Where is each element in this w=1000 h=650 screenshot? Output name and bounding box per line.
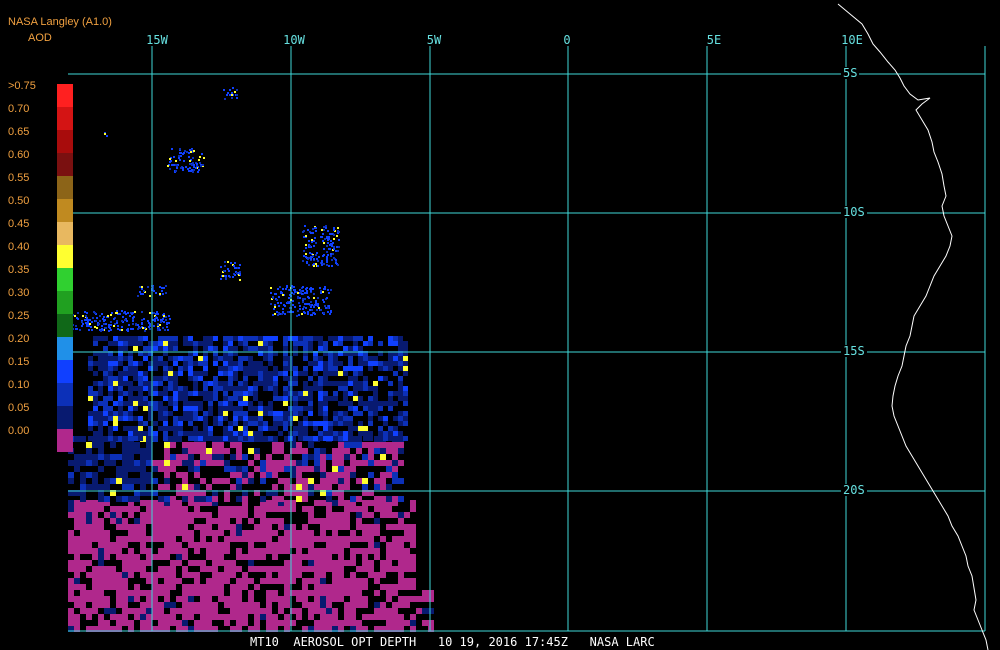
legend-label: 0.10 [8,379,30,391]
lat-label-5s: 5S [841,66,860,80]
legend-swatch [57,176,73,199]
legend-swatch [57,84,73,107]
legend-label: 0.45 [8,218,30,230]
legend-swatch [57,406,73,429]
aod-map [68,3,989,650]
footer-satellite: MT10 [250,635,279,649]
legend-label: 0.25 [8,310,30,322]
legend-swatch [57,268,73,291]
legend-label: 0.40 [8,241,30,253]
african-coastline [837,3,989,650]
header-source: NASA Langley (A1.0) [8,16,112,28]
legend-label: 0.60 [8,149,30,161]
legend-swatch [57,314,73,337]
legend-label: >0.75 [8,80,36,92]
legend-label: 0.35 [8,264,30,276]
lat-label-20s: 20S [841,483,867,497]
legend-swatch [57,153,73,176]
legend-label: 0.70 [8,103,30,115]
legend-label: 0.00 [8,425,30,437]
header-product: AOD [28,32,52,44]
legend-label: 0.20 [8,333,30,345]
legend-swatch [57,245,73,268]
legend-label: 0.30 [8,287,30,299]
lon-label-5e: 5E [706,33,722,47]
legend-swatch [57,107,73,130]
lon-label-10e: 10E [841,33,863,47]
legend-label: 0.50 [8,195,30,207]
coastline [837,3,989,650]
legend-swatch [57,222,73,245]
legend-swatch [57,291,73,314]
lat-label-15s: 15S [841,344,867,358]
footer-time: 17:45Z [524,635,568,649]
footer-date: 10 19, 2016 [437,635,518,649]
lon-label-0: 0 [563,33,571,47]
legend-label: 0.05 [8,402,30,414]
footer-producer: NASA LARC [589,635,655,649]
footer-product: AEROSOL OPT DEPTH [293,635,417,649]
legend-label: 0.15 [8,356,30,368]
legend-label: 0.65 [8,126,30,138]
legend-swatch [57,337,73,360]
legend-swatch [57,199,73,222]
lon-label-10w: 10W [283,33,305,47]
lat-label-10s: 10S [841,205,867,219]
footer-caption: MT10 AEROSOL OPT DEPTH 10 19, 2016 17:45… [250,636,655,648]
lon-label-5w: 5W [426,33,442,47]
legend-label: 0.55 [8,172,30,184]
legend-swatch [57,429,73,452]
legend-swatch [57,130,73,153]
legend-swatch [57,383,73,406]
aod-data-layer [68,87,434,632]
lon-label-15w: 15W [146,33,168,47]
legend-swatch [57,360,73,383]
